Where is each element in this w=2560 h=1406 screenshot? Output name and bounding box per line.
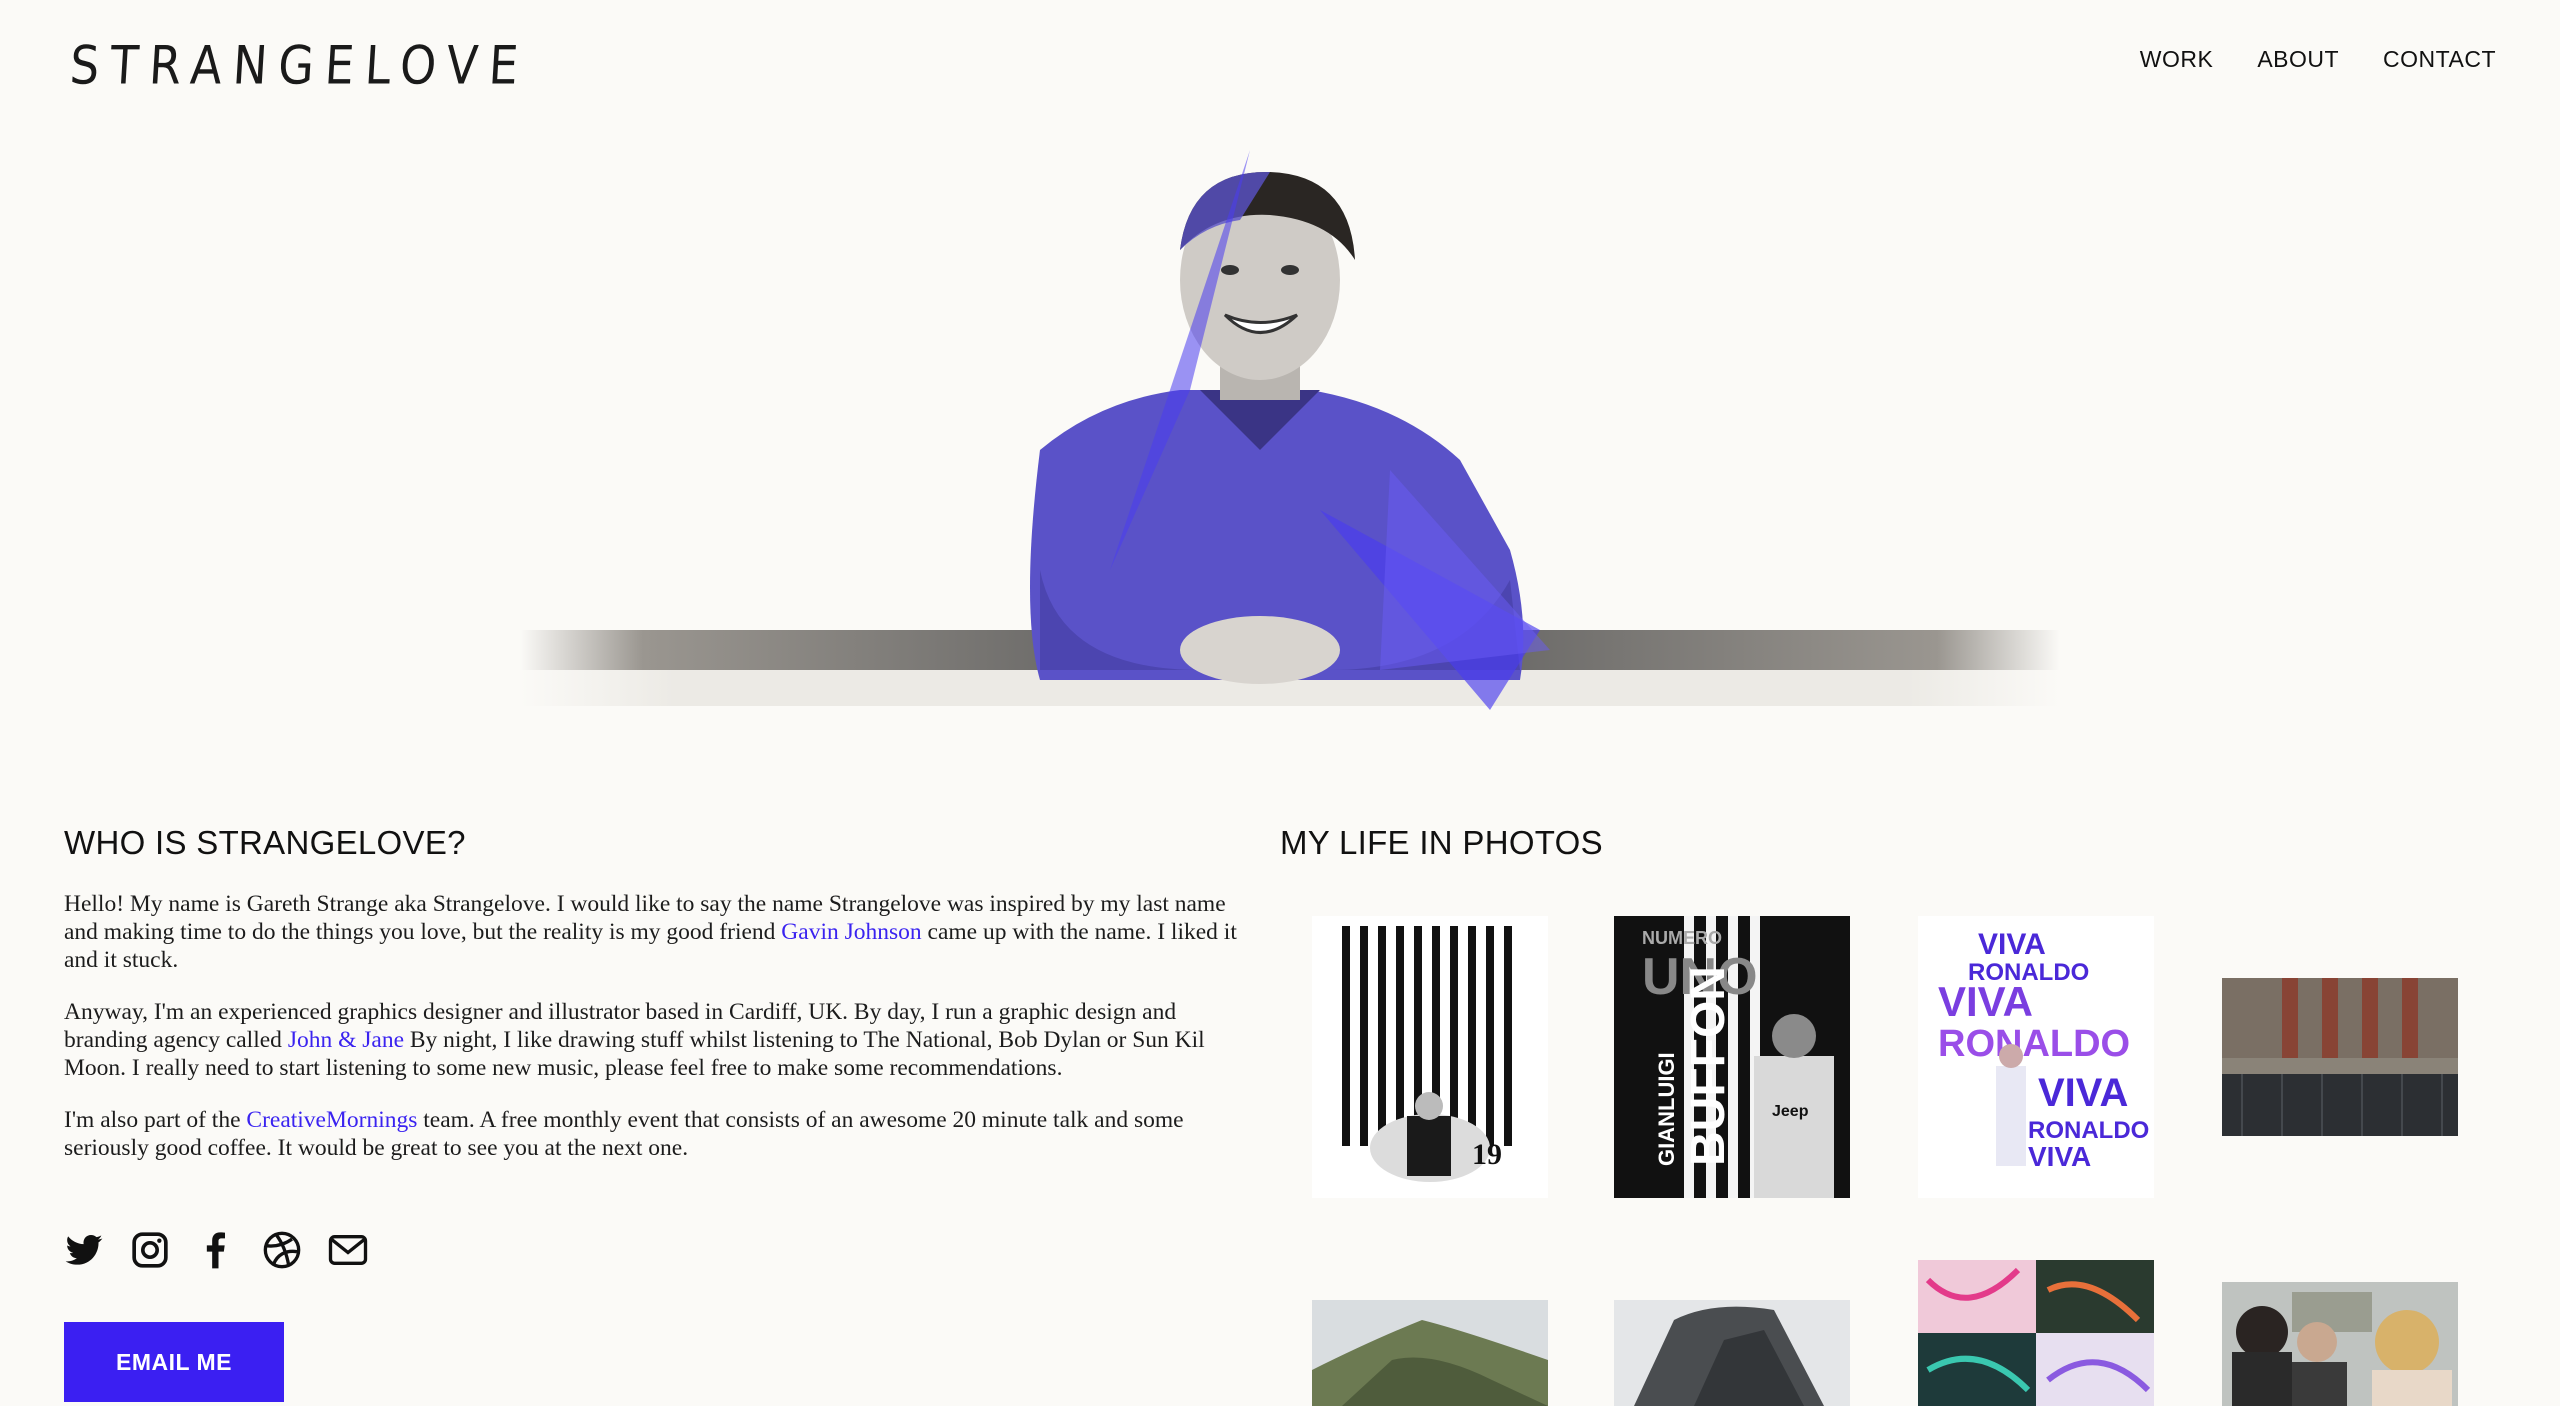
photo-tile-marble-art[interactable]	[1918, 1260, 2154, 1406]
poster-gianluigi: GIANLUIGI	[1654, 1052, 1679, 1166]
photo-tile-poster-bonucci[interactable]: 19	[1312, 916, 1548, 1198]
poster-ronaldo-3: RONALDO	[2028, 1117, 2149, 1144]
hero-portrait	[500, 150, 2060, 750]
poster-viva-3: VIVA	[2038, 1071, 2128, 1115]
about-paragraph-3: I'm also part of the CreativeMornings te…	[64, 1107, 1184, 1161]
main-nav: WORK ABOUT CONTACT	[2140, 46, 2496, 73]
photo-tile-poster-ronaldo[interactable]: VIVA RONALDO VIVA RONALDO VIVA RONALDO V…	[1918, 916, 2154, 1198]
photo-tile-hill[interactable]	[1312, 1300, 1548, 1406]
nav-contact[interactable]: CONTACT	[2383, 46, 2496, 73]
social-links	[64, 1230, 368, 1270]
about-paragraph-2: Anyway, I'm an experienced graphics desi…	[64, 999, 1205, 1081]
about-section: WHO IS STRANGELOVE? Hello! My name is Ga…	[64, 824, 1244, 1186]
dribbble-icon[interactable]	[262, 1230, 302, 1270]
facebook-icon[interactable]	[196, 1230, 236, 1270]
about-title: WHO IS STRANGELOVE?	[64, 824, 466, 861]
poster-viva-2: VIVA	[1938, 978, 2033, 1025]
poster-sponsor: Jeep	[1772, 1103, 1809, 1120]
nav-about[interactable]: ABOUT	[2257, 46, 2339, 73]
photos-title: MY LIFE IN PHOTOS	[1280, 824, 1603, 861]
poster-ronaldo-2: RONALDO	[1938, 1023, 2130, 1065]
site-logo[interactable]: STRANGELOVE	[68, 34, 531, 96]
poster-viva-1: VIVA	[1978, 928, 2046, 961]
creativemornings-link[interactable]: CreativeMornings	[246, 1107, 417, 1133]
photo-tile-friends[interactable]	[2222, 1282, 2458, 1406]
portrait-illustration	[520, 150, 2060, 710]
photo-tile-cliff[interactable]	[1614, 1300, 1850, 1406]
email-me-button[interactable]: EMAIL ME	[64, 1322, 284, 1402]
gavin-johnson-link[interactable]: Gavin Johnson	[781, 919, 921, 945]
poster-buffon: BUFFON	[1682, 966, 1735, 1166]
nav-work[interactable]: WORK	[2140, 46, 2214, 73]
mail-icon[interactable]	[328, 1230, 368, 1270]
photo-tile-poster-buffon[interactable]: NUMERO UNO GIANLUIGI BUFFON Jeep	[1614, 916, 1850, 1198]
about-paragraph-1: Hello! My name is Gareth Strange aka Str…	[64, 891, 1237, 973]
poster-numero: NUMERO	[1642, 928, 1722, 948]
photos-section: MY LIFE IN PHOTOS	[1280, 824, 2520, 862]
photo-tile-brick-wall[interactable]	[2222, 978, 2458, 1136]
instagram-icon[interactable]	[130, 1230, 170, 1270]
poster-number: 19	[1472, 1138, 1502, 1171]
john-jane-link[interactable]: John & Jane	[288, 1027, 404, 1053]
twitter-icon[interactable]	[64, 1230, 104, 1270]
poster-viva-4: VIVA	[2028, 1141, 2091, 1172]
